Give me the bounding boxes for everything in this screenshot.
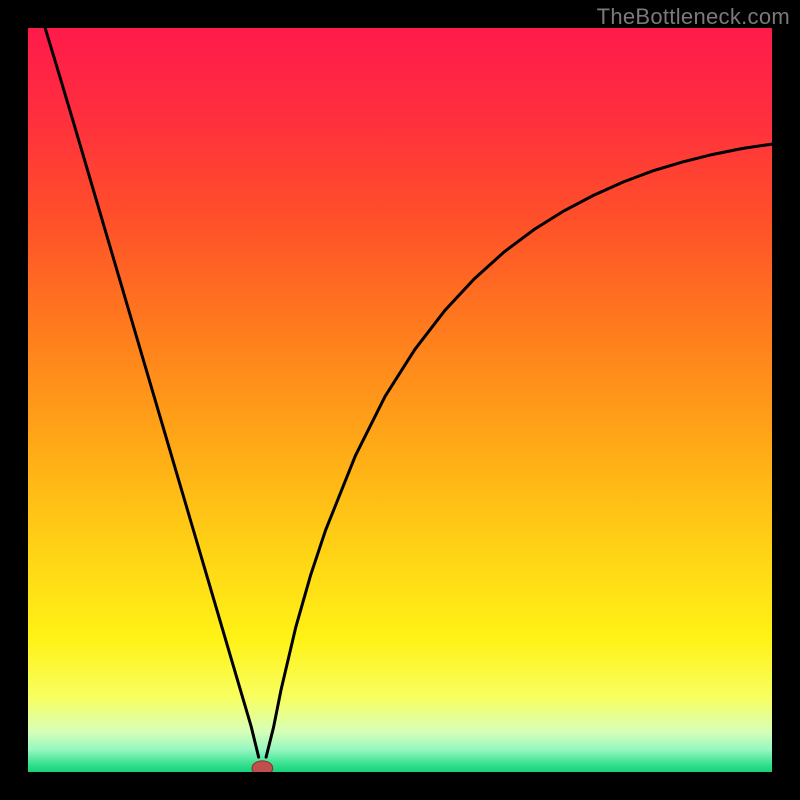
chart-frame: [28, 28, 772, 772]
watermark-text: TheBottleneck.com: [597, 4, 790, 30]
chart-svg: [28, 28, 772, 772]
gradient-background: [28, 28, 772, 772]
optimum-marker: [252, 761, 273, 772]
